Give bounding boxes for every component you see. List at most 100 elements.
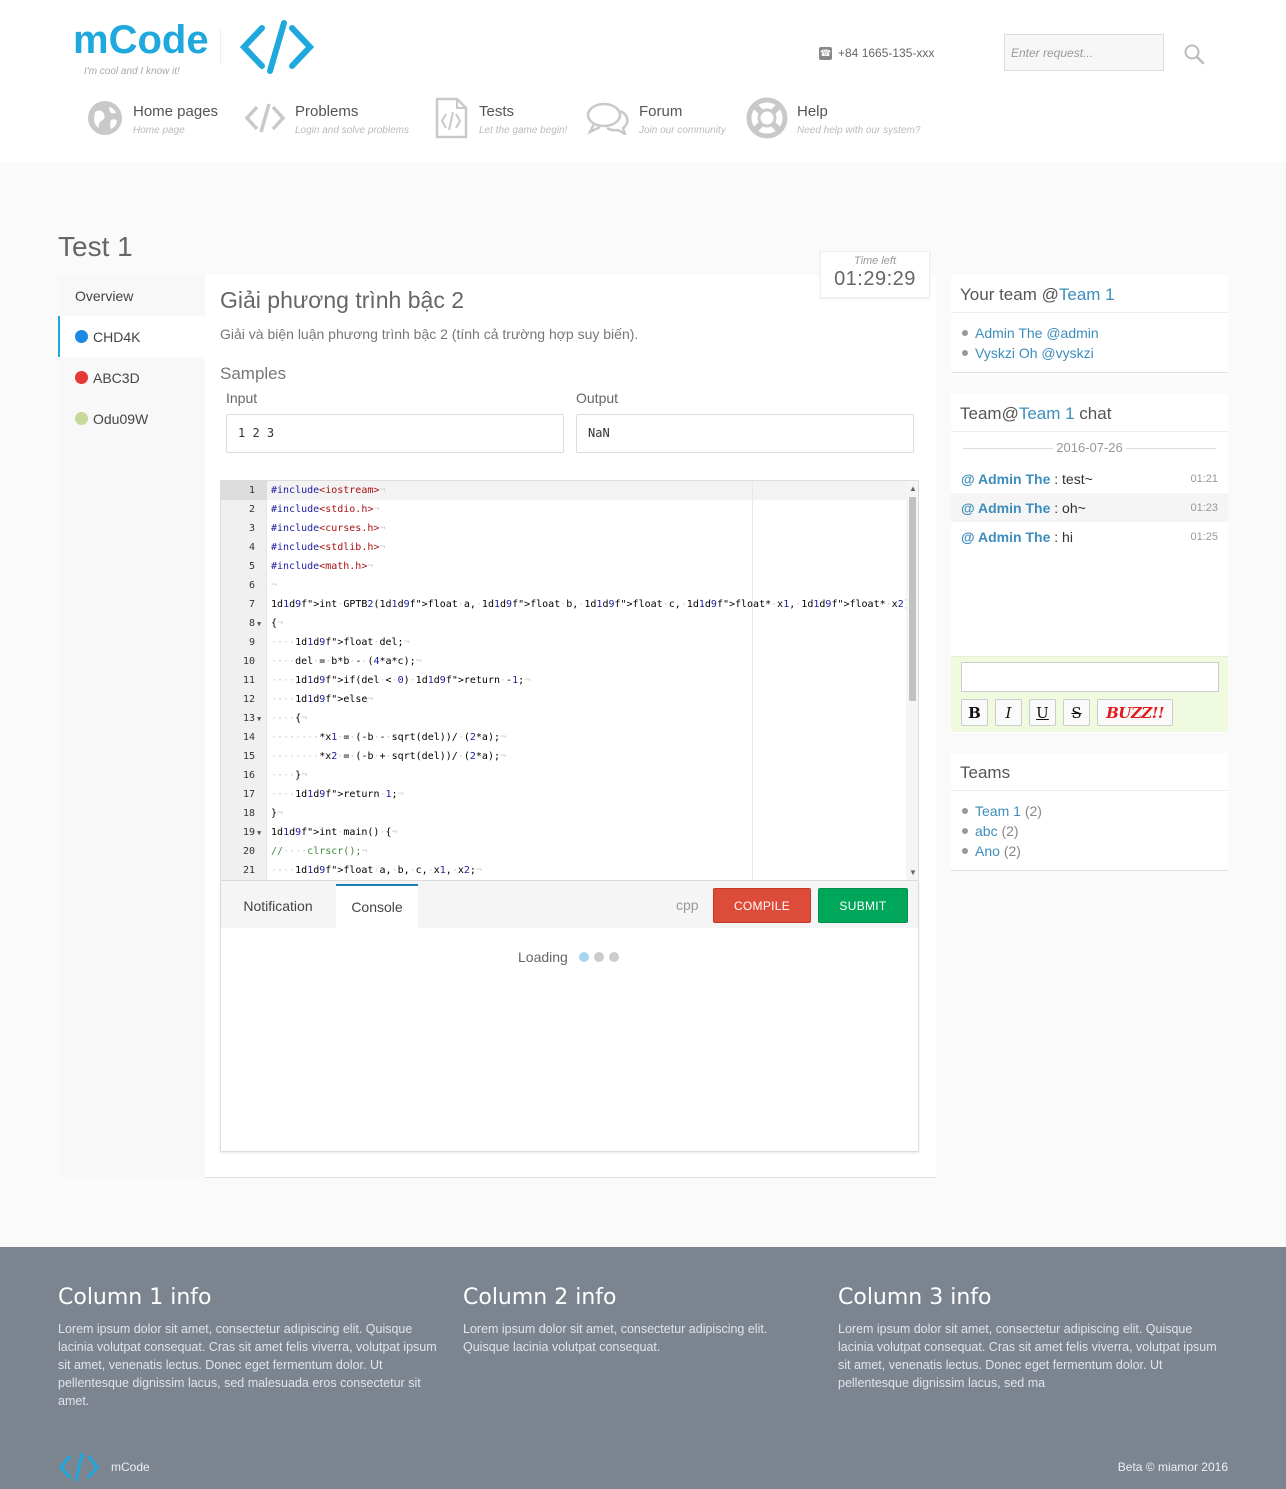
- line-number: 13: [242, 713, 255, 724]
- nav-item-problems[interactable]: Problems Login and solve problems: [244, 96, 432, 140]
- code-line[interactable]: 16 ····}¬: [221, 766, 907, 785]
- message-time: 01:21: [1190, 472, 1218, 485]
- language-label[interactable]: cpp: [676, 897, 699, 913]
- submit-button[interactable]: SUBMIT: [818, 888, 908, 923]
- message-author[interactable]: @ Admin The: [961, 500, 1050, 516]
- code-text: ¬: [271, 580, 278, 591]
- code-line[interactable]: 6 ¬: [221, 576, 907, 595]
- footer-column-title: Column 3 info: [838, 1285, 992, 1310]
- line-number: 5: [248, 561, 255, 572]
- input-label: Input: [226, 390, 258, 406]
- team-chat-box: Team@Team 1 chat 2016-07-26 @ Admin The …: [951, 394, 1228, 733]
- nav-item-tests[interactable]: Tests Let the game begin!: [432, 96, 586, 140]
- sidebar-item-odu09w[interactable]: Odu09W: [58, 398, 205, 439]
- code-line[interactable]: 3 #include<curses.h>¬: [221, 519, 907, 538]
- list-item[interactable]: Admin The @admin: [960, 323, 1228, 343]
- code-line[interactable]: 19 ▼ 1d1d9f">int·main()·{¬: [221, 823, 907, 842]
- footer-logo[interactable]: mCode: [58, 1451, 150, 1483]
- sidebar-item-abc3d[interactable]: ABC3D: [58, 357, 205, 398]
- tab-notification[interactable]: Notification: [221, 884, 335, 928]
- code-text: ········*x2·=·(-b·+·sqrt(del))/·(2*a);¬: [271, 751, 507, 762]
- code-line[interactable]: 5 #include<math.h>¬: [221, 557, 907, 576]
- team-link[interactable]: Team 1: [1059, 285, 1115, 304]
- code-line[interactable]: 12 ····1d1d9f">else¬: [221, 690, 907, 709]
- strikethrough-button[interactable]: S: [1063, 699, 1090, 726]
- logo-text[interactable]: mCode: [73, 18, 209, 63]
- code-line[interactable]: 11 ····1d1d9f">if(del·<·0)·1d1d9f">return…: [221, 671, 907, 690]
- code-line[interactable]: 2 #include<stdio.h>¬: [221, 500, 907, 519]
- italic-button[interactable]: I: [995, 699, 1022, 726]
- code-text: #include<stdio.h>¬: [271, 504, 380, 515]
- code-editor[interactable]: 1 #include<iostream>¬ 2 #include<stdio.h>¬ 3…: [220, 480, 919, 881]
- nav-item-forum[interactable]: Forum Join our community: [586, 96, 746, 140]
- scroll-thumb[interactable]: [909, 497, 916, 701]
- tab-console[interactable]: Console: [336, 884, 418, 928]
- search-icon[interactable]: [1182, 42, 1206, 66]
- list-item[interactable]: Vyskzi Oh @vyskzi: [960, 343, 1228, 363]
- code-line[interactable]: 17 ····1d1d9f">return·1;¬: [221, 785, 907, 804]
- chat-input[interactable]: [961, 662, 1219, 692]
- lifebuoy-icon: [746, 96, 788, 140]
- bold-button[interactable]: B: [961, 699, 988, 726]
- code-line[interactable]: 1 #include<iostream>¬: [221, 481, 907, 500]
- code-brackets-icon[interactable]: [238, 18, 318, 76]
- sidebar-item-label: ABC3D: [93, 369, 140, 386]
- team-name[interactable]: Team 1: [975, 803, 1021, 819]
- code-text: }¬: [271, 808, 284, 819]
- code-text: #include<curses.h>¬: [271, 523, 386, 534]
- footer-column-2: Column 2 info Lorem ipsum dolor sit amet…: [463, 1285, 803, 1356]
- code-line[interactable]: 13 ▼ ····{¬: [221, 709, 907, 728]
- line-number: 1: [248, 485, 255, 496]
- nav-item-home[interactable]: Home pages Home page: [86, 96, 244, 140]
- buzz-button[interactable]: BUZZ!!: [1097, 699, 1173, 726]
- compile-button[interactable]: COMPILE: [713, 888, 811, 923]
- chat-title: Team@Team 1 chat: [951, 394, 1228, 432]
- line-number: 11: [242, 675, 255, 686]
- code-line[interactable]: 14 ········*x1·=·(-b·-·sqrt(del))/·(2*a);…: [221, 728, 907, 747]
- site-header: mCode I'm cool and I know it! ☎ +84 1665…: [0, 0, 1286, 162]
- sidebar-item-chd4k[interactable]: CHD4K: [58, 316, 205, 357]
- code-text: ····del·=·b*b·-·(4*a*c);¬: [271, 656, 422, 667]
- member-handle: @admin: [1046, 325, 1099, 341]
- message-author[interactable]: @ Admin The: [961, 471, 1050, 487]
- chat-compose: B I U S BUZZ!!: [951, 656, 1228, 732]
- fold-arrow-icon[interactable]: ▼: [257, 615, 261, 634]
- code-line[interactable]: 7 1d1d9f">int·GPTB2(1d1d9f">float·a,·1d1d…: [221, 595, 916, 614]
- nav-item-help[interactable]: Help Need help with our system?: [746, 96, 936, 140]
- code-line[interactable]: 4 #include<stdlib.h>¬: [221, 538, 907, 557]
- message-author[interactable]: @ Admin The: [961, 529, 1050, 545]
- team-name[interactable]: abc: [975, 823, 998, 839]
- code-line[interactable]: 21 ····1d1d9f">float·a,·b,·c,·x1,·x2;¬: [221, 861, 907, 880]
- member-name: Vyskzi Oh: [975, 345, 1038, 361]
- sidebar-item-overview[interactable]: Overview: [58, 275, 205, 316]
- code-line[interactable]: 10 ····del·=·b*b·-·(4*a*c);¬: [221, 652, 907, 671]
- fold-arrow-icon[interactable]: ▼: [257, 710, 261, 729]
- code-line[interactable]: 9 ····1d1d9f">float·del;¬: [221, 633, 907, 652]
- fold-arrow-icon[interactable]: ▼: [257, 824, 261, 843]
- footer-column-1: Column 1 info Lorem ipsum dolor sit amet…: [58, 1285, 448, 1410]
- line-number: 18: [242, 808, 255, 819]
- line-number: 17: [242, 789, 255, 800]
- line-number: 10: [242, 656, 255, 667]
- list-item[interactable]: Team 1 (2): [960, 801, 1228, 821]
- chat-message: @ Admin The : hi 01:25: [961, 528, 1218, 545]
- list-item[interactable]: Ano (2): [960, 841, 1228, 861]
- problem-title: Giải phương trình bậc 2: [220, 287, 465, 313]
- scroll-up-icon[interactable]: ▲: [909, 484, 917, 493]
- scroll-down-icon[interactable]: ▼: [909, 868, 917, 877]
- member-name: Admin The: [975, 325, 1043, 341]
- nav-title-forum: Forum: [639, 103, 683, 120]
- code-line[interactable]: 20 //····clrscr();¬: [221, 842, 907, 861]
- list-item[interactable]: abc (2): [960, 821, 1228, 841]
- sample-input: 1 2 3: [226, 414, 564, 453]
- chat-team-link[interactable]: Team 1: [1019, 404, 1075, 423]
- search-input[interactable]: [1004, 34, 1164, 71]
- code-file-icon: [432, 96, 470, 140]
- editor-scrollbar[interactable]: ▲ ▼: [906, 481, 918, 880]
- team-name[interactable]: Ano: [975, 843, 1000, 859]
- team-count: (2): [1024, 803, 1042, 819]
- code-line[interactable]: 15 ········*x2·=·(-b·+·sqrt(del))/·(2*a);…: [221, 747, 907, 766]
- code-line[interactable]: 18 }¬: [221, 804, 907, 823]
- code-line[interactable]: 8 ▼ {¬: [221, 614, 907, 633]
- underline-button[interactable]: U: [1029, 699, 1056, 726]
